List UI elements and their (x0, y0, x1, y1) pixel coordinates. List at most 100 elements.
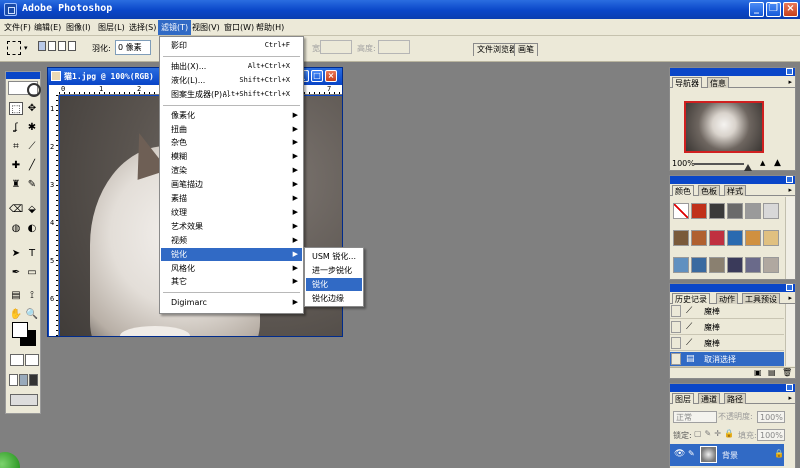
style-swatch[interactable] (763, 203, 779, 219)
style-swatch[interactable] (745, 203, 761, 219)
sharpen-submenu-item[interactable]: 锐化边缘 (306, 292, 362, 305)
filter-menu-item[interactable]: 液化(L)... Shift+Ctrl+X (161, 74, 302, 87)
menu-item-2[interactable]: 图像(I) (66, 22, 91, 33)
history-state[interactable]: ▤ 取消选择 (670, 352, 784, 367)
add-selection-mode-button[interactable] (48, 41, 56, 51)
navigator-thumbnail[interactable] (684, 101, 764, 153)
filter-menu-item[interactable]: Digimarc ▶ (161, 296, 302, 309)
menu-item-1[interactable]: 编辑(E) (34, 22, 61, 33)
sharpen-submenu-item[interactable]: 进一步锐化 (306, 264, 362, 277)
healing-brush-tool-icon[interactable]: ✚ (9, 159, 23, 172)
blend-mode-select[interactable]: 正常 (673, 411, 717, 423)
feather-input[interactable]: 0 像素 (115, 40, 151, 55)
menu-item-6[interactable]: 视图(V) (192, 22, 220, 33)
document-close-button[interactable]: × (325, 70, 337, 82)
menu-item-5[interactable]: 滤镜(T) (158, 20, 192, 35)
magic-wand-tool-icon[interactable]: ✱ (25, 121, 39, 134)
styles-scrollbar[interactable] (785, 197, 795, 279)
style-swatch[interactable] (691, 257, 707, 273)
style-swatch[interactable] (691, 203, 707, 219)
style-swatch[interactable] (709, 230, 725, 246)
zoom-in-icon[interactable]: ▲ (774, 158, 781, 168)
lock-icons[interactable]: ▢✎✛🔒 (694, 429, 737, 438)
document-maximize-button[interactable]: □ (311, 70, 323, 82)
taskbar-start-icon[interactable] (0, 452, 20, 468)
eraser-tool-icon[interactable]: ⌫ (9, 203, 23, 216)
sharpen-submenu-item[interactable]: USM 锐化... (306, 250, 362, 263)
fill-input[interactable]: 100% (757, 429, 785, 441)
history-tab-2[interactable]: 工具预设 (742, 293, 780, 304)
delete-state-icon[interactable]: 🗑 (782, 368, 792, 377)
history-state-checkbox[interactable] (671, 305, 681, 317)
close-button[interactable]: × (783, 2, 798, 17)
filter-menu-item[interactable]: 影印 Ctrl+F (161, 39, 302, 52)
style-swatch[interactable] (745, 230, 761, 246)
style-swatch[interactable] (709, 203, 725, 219)
style-swatch[interactable] (709, 257, 725, 273)
filter-menu-item[interactable]: 模糊 ▶ (161, 150, 302, 163)
standard-mode-button[interactable] (10, 354, 24, 366)
style-swatch[interactable] (727, 230, 743, 246)
filter-menu-item[interactable]: 锐化 ▶ (161, 247, 302, 261)
menu-item-3[interactable]: 图层(L) (98, 22, 125, 33)
style-swatch[interactable] (673, 257, 689, 273)
color-tab-2[interactable]: 样式 (724, 185, 746, 196)
paint-bucket-tool-icon[interactable]: ⬙ (25, 203, 39, 216)
zoom-slider-knob[interactable] (744, 164, 752, 171)
style-swatch[interactable] (763, 230, 779, 246)
history-tab-1[interactable]: 动作 (716, 293, 738, 304)
zoom-out-icon[interactable]: ▲ (760, 159, 765, 167)
layers-tab-1[interactable]: 通道 (698, 393, 720, 404)
intersect-selection-mode-button[interactable] (68, 41, 76, 51)
preset-dropdown-arrow-icon[interactable]: ▾ (24, 44, 28, 52)
layers-tab-0[interactable]: 图层 (672, 393, 694, 404)
filter-menu-item[interactable]: 风格化 ▶ (161, 262, 302, 275)
vertical-ruler[interactable]: 1 2 3 4 5 6 (49, 95, 59, 336)
width-input[interactable] (320, 40, 352, 54)
filter-menu-item[interactable]: 像素化 ▶ (161, 109, 302, 122)
history-tab-0[interactable]: 历史记录 (672, 293, 710, 304)
sharpen-submenu-item[interactable]: 锐化 (306, 278, 362, 291)
layers-menu-icon[interactable]: ▸ (788, 394, 792, 402)
subtract-selection-mode-button[interactable] (58, 41, 66, 51)
menu-item-0[interactable]: 文件(F) (4, 22, 31, 33)
jump-to-imageready-button[interactable] (10, 394, 38, 406)
type-tool-icon[interactable]: T (25, 247, 39, 260)
history-state-checkbox[interactable] (671, 337, 681, 349)
foreground-color-swatch[interactable] (12, 322, 28, 338)
menu-item-8[interactable]: 帮助(H) (256, 22, 284, 33)
color-tab-1[interactable]: 色板 (698, 185, 720, 196)
filter-menu-item[interactable]: 扭曲 ▶ (161, 123, 302, 136)
hand-tool-icon[interactable]: ✋ (9, 308, 23, 321)
new-selection-mode-button[interactable] (38, 41, 46, 51)
menu-item-7[interactable]: 窗口(W) (224, 22, 254, 33)
minimize-button[interactable]: _ (749, 2, 764, 17)
opacity-input[interactable]: 100% (757, 411, 785, 423)
quick-mask-mode-button[interactable] (25, 354, 39, 366)
style-swatch[interactable] (727, 203, 743, 219)
style-swatch[interactable] (673, 230, 689, 246)
style-swatch[interactable] (727, 257, 743, 273)
palette-menu-icon[interactable]: ▸ (788, 78, 792, 86)
history-state[interactable]: ⟋ 魔棒 (670, 304, 784, 319)
layers-close-icon[interactable] (786, 384, 793, 391)
crop-tool-icon[interactable]: ⌗ (9, 140, 23, 153)
full-screen-mode-button[interactable] (29, 374, 38, 386)
history-state-checkbox[interactable] (671, 321, 681, 333)
filter-menu-item[interactable]: 纹理 ▶ (161, 206, 302, 219)
filter-menu-item[interactable]: 抽出(X)... Alt+Ctrl+X (161, 60, 302, 73)
color-tab-0[interactable]: 颜色 (672, 185, 694, 196)
history-menu-icon[interactable]: ▸ (788, 294, 792, 302)
standard-screen-mode-button[interactable] (9, 374, 18, 386)
style-swatch[interactable] (745, 257, 761, 273)
marquee-tool-preset-icon[interactable] (7, 41, 21, 55)
navigator-zoom-value[interactable]: 100% (672, 159, 695, 168)
ruler-origin[interactable] (49, 85, 59, 95)
zoom-slider-track[interactable] (694, 163, 752, 171)
history-brush-tool-icon[interactable]: ✎ (25, 178, 39, 191)
history-state[interactable]: ⟋ 魔棒 (670, 320, 784, 335)
eyedropper-tool-icon[interactable]: ⟟ (25, 289, 39, 302)
menu-item-4[interactable]: 选择(S) (129, 22, 156, 33)
filter-menu-item[interactable]: 渲染 ▶ (161, 164, 302, 177)
brush-tool-icon[interactable]: ╱ (25, 159, 39, 172)
